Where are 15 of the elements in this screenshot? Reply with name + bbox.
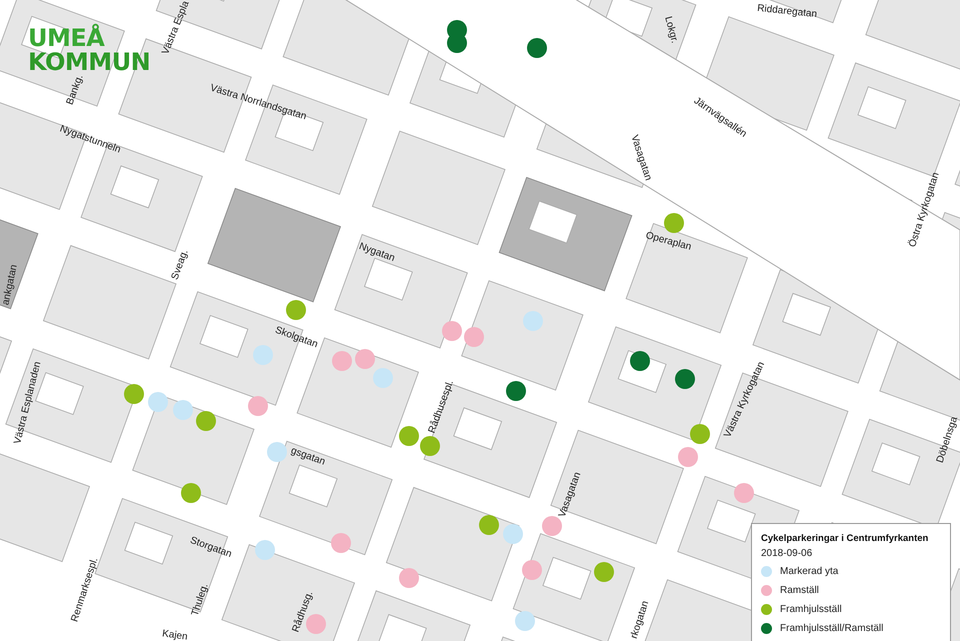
street-label: Thuleg.	[190, 582, 210, 618]
legend-title: Cykelparkeringar i Centrumfyrkanten	[761, 532, 930, 546]
legend-label: Markerad yta	[780, 565, 838, 580]
legend-date: 2018-09-06	[761, 547, 814, 562]
street-label: gsgatan	[289, 446, 326, 468]
street-label: Kajen	[161, 629, 188, 641]
legend-label: Framhjulsställ/Ramställ	[780, 622, 884, 636]
street-label: Lokgr.	[662, 16, 678, 44]
logo: UMEÅ KOMMUN	[28, 26, 150, 74]
street-label: Riddaregatan	[756, 4, 818, 20]
legend-label: Ramställ	[780, 584, 819, 598]
street-label: Sveag.	[170, 248, 190, 282]
street-label: Bankg.	[65, 74, 86, 106]
legend-label: Framhjulsställ	[780, 603, 842, 618]
street-label: ankgatan	[0, 264, 20, 306]
